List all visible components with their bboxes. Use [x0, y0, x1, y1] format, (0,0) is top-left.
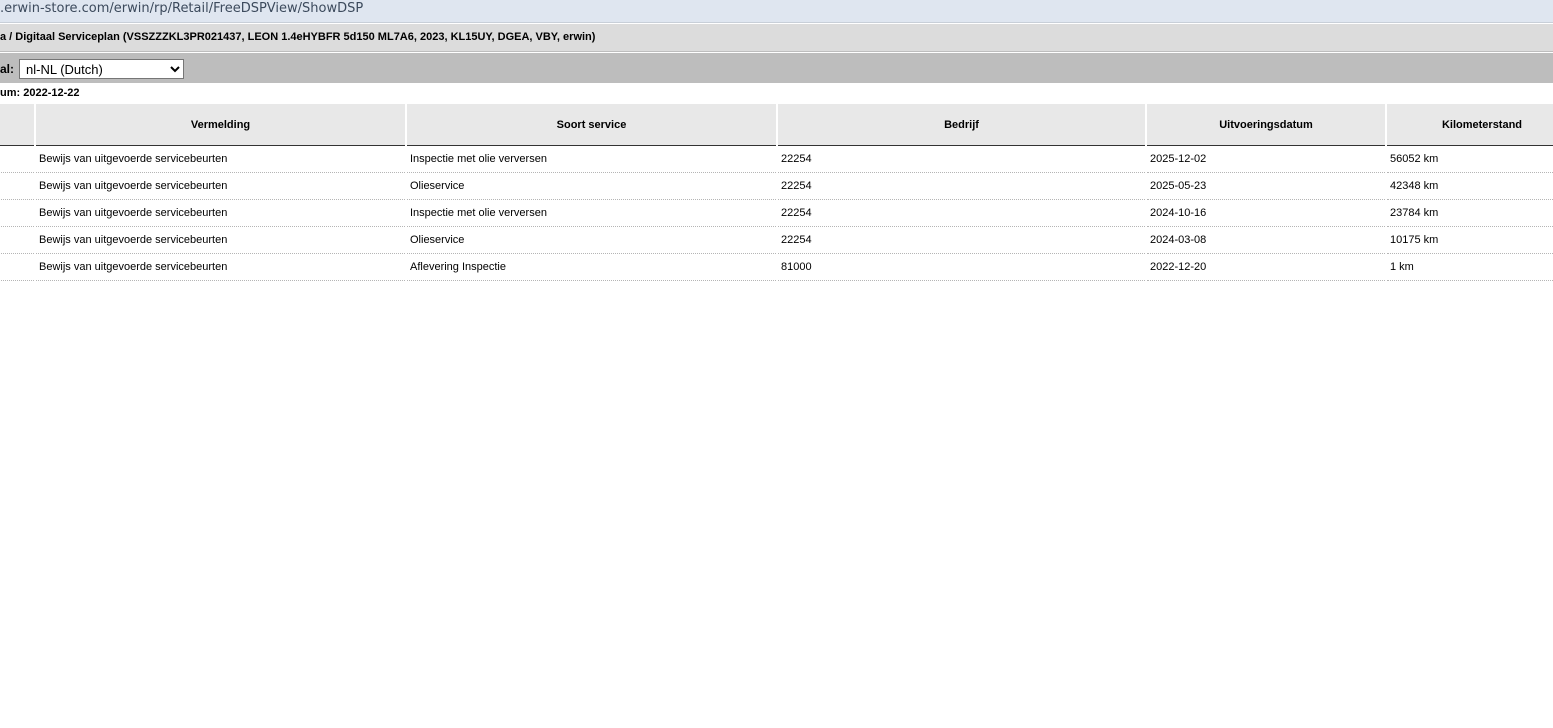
- cell-soort-service: Inspectie met olie verversen: [407, 146, 776, 173]
- cell-kilometerstand: 56052 km: [1387, 146, 1553, 173]
- url-text[interactable]: .erwin-store.com/erwin/rp/Retail/FreeDSP…: [0, 0, 363, 18]
- table-header-row: Vermelding Soort service Bedrijf Uitvoer…: [0, 104, 1553, 146]
- cell-uitvoeringsdatum: 2024-03-08: [1147, 227, 1385, 254]
- cell-kilometerstand: 1 km: [1387, 254, 1553, 281]
- date-label: um: 2022-12-22: [0, 87, 80, 99]
- address-bar[interactable]: .erwin-store.com/erwin/rp/Retail/FreeDSP…: [0, 0, 1553, 23]
- cell-uitvoeringsdatum: 2022-12-20: [1147, 254, 1385, 281]
- table-row: Bewijs van uitgevoerde servicebeurten In…: [0, 200, 1553, 227]
- page-title: a / Digitaal Serviceplan (VSSZZZKL3PR021…: [0, 31, 596, 43]
- cell-uitvoeringsdatum: 2025-12-02: [1147, 146, 1385, 173]
- cell-soort-service: Aflevering Inspectie: [407, 254, 776, 281]
- cell-bedrijf: 22254: [778, 227, 1145, 254]
- cell-vermelding: Bewijs van uitgevoerde servicebeurten: [36, 200, 405, 227]
- cell-vermelding: Bewijs van uitgevoerde servicebeurten: [36, 227, 405, 254]
- column-header-vermelding: Vermelding: [36, 104, 405, 146]
- cell-vermelding: Bewijs van uitgevoerde servicebeurten: [36, 146, 405, 173]
- page-title-bar: a / Digitaal Serviceplan (VSSZZZKL3PR021…: [0, 24, 1553, 52]
- cell-kilometerstand: 23784 km: [1387, 200, 1553, 227]
- language-bar: al: nl-NL (Dutch): [0, 53, 1553, 83]
- cell-bedrijf: 22254: [778, 200, 1145, 227]
- service-history-table: Vermelding Soort service Bedrijf Uitvoer…: [0, 104, 1553, 281]
- language-select[interactable]: nl-NL (Dutch): [19, 59, 184, 79]
- cell-soort-service: Olieservice: [407, 173, 776, 200]
- cell-bedrijf: 22254: [778, 173, 1145, 200]
- column-header-kilometerstand: Kilometerstand: [1387, 104, 1553, 146]
- cell-first: [0, 254, 34, 281]
- table-row: Bewijs van uitgevoerde servicebeurten Ol…: [0, 173, 1553, 200]
- language-label: al:: [0, 62, 15, 76]
- cell-vermelding: Bewijs van uitgevoerde servicebeurten: [36, 173, 405, 200]
- cell-first: [0, 146, 34, 173]
- cell-kilometerstand: 42348 km: [1387, 173, 1553, 200]
- cell-bedrijf: 22254: [778, 146, 1145, 173]
- table-row: Bewijs van uitgevoerde servicebeurten Ol…: [0, 227, 1553, 254]
- column-header-uitvoeringsdatum: Uitvoeringsdatum: [1147, 104, 1385, 146]
- cell-soort-service: Olieservice: [407, 227, 776, 254]
- cell-kilometerstand: 10175 km: [1387, 227, 1553, 254]
- cell-uitvoeringsdatum: 2024-10-16: [1147, 200, 1385, 227]
- cell-uitvoeringsdatum: 2025-05-23: [1147, 173, 1385, 200]
- column-header-soort-service: Soort service: [407, 104, 776, 146]
- cell-vermelding: Bewijs van uitgevoerde servicebeurten: [36, 254, 405, 281]
- cell-soort-service: Inspectie met olie verversen: [407, 200, 776, 227]
- column-header-first: [0, 104, 34, 146]
- cell-bedrijf: 81000: [778, 254, 1145, 281]
- cell-first: [0, 173, 34, 200]
- cell-first: [0, 227, 34, 254]
- table-row: Bewijs van uitgevoerde servicebeurten In…: [0, 146, 1553, 173]
- column-header-bedrijf: Bedrijf: [778, 104, 1145, 146]
- table-row: Bewijs van uitgevoerde servicebeurten Af…: [0, 254, 1553, 281]
- cell-first: [0, 200, 34, 227]
